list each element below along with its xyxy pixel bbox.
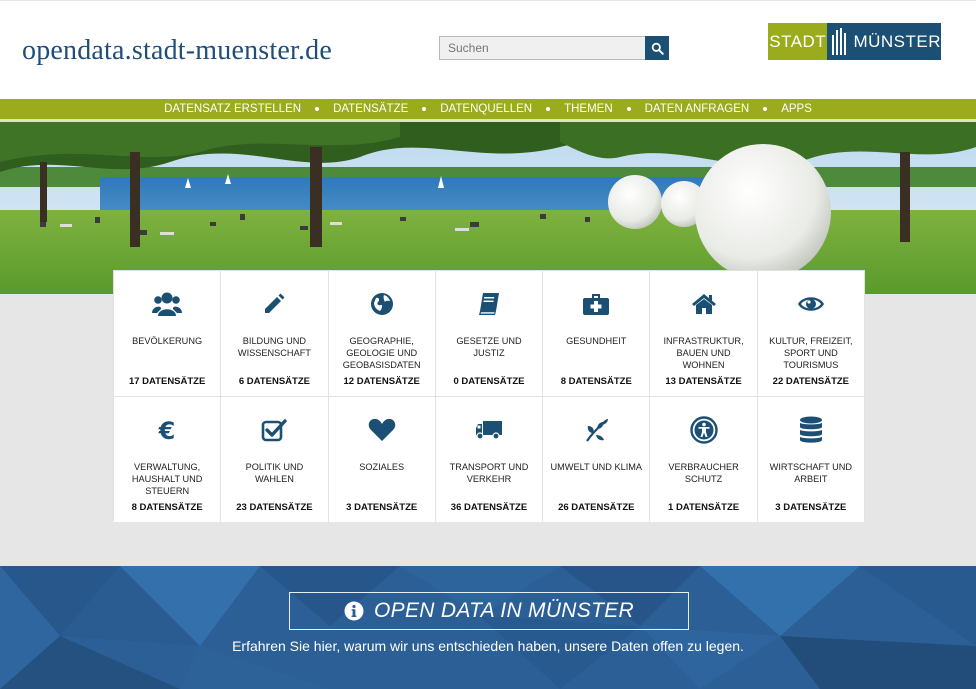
open-data-band: OPEN DATA IN MÜNSTER Erfahren Sie hier, … — [0, 566, 976, 689]
category-name: TRANSPORT UND VERKEHR — [449, 462, 529, 484]
nav-item-themen[interactable]: THEMEN — [550, 103, 627, 115]
category-name: BEVÖLKERUNG — [132, 336, 203, 346]
category-wirtschaft[interactable]: WIRTSCHAFT UND ARBEIT 3 DATENSÄTZE — [757, 397, 864, 522]
heart-icon — [329, 415, 435, 445]
accessibility-icon — [650, 415, 756, 445]
category-umwelt[interactable]: UMWELT UND KLIMA 26 DATENSÄTZE — [543, 397, 650, 522]
category-name: WIRTSCHAFT UND ARBEIT — [769, 462, 853, 484]
category-count: 8 DATENSÄTZE — [131, 502, 203, 513]
search-input[interactable] — [439, 36, 645, 60]
pencil-icon — [221, 289, 327, 319]
header: opendata.stadt-muenster.de STADT MÜNSTER — [0, 0, 976, 99]
category-count: 6 DATENSÄTZE — [238, 376, 310, 387]
category-count: 8 DATENSÄTZE — [560, 376, 632, 387]
category-name: GEOGRAPHIE, GEOLOGIE UND GEOBASISDATEN — [342, 336, 421, 370]
category-soziales[interactable]: SOZIALES 3 DATENSÄTZE — [328, 397, 435, 522]
category-grid: BEVÖLKERUNG 17 DATENSÄTZE BILDUNG UND WI… — [113, 270, 865, 522]
search-icon — [651, 42, 664, 55]
category-count: 17 DATENSÄTZE — [128, 376, 206, 387]
eye-icon — [758, 289, 864, 319]
building-columns-icon — [832, 27, 847, 55]
category-name: UMWELT UND KLIMA — [550, 462, 643, 472]
home-icon — [650, 289, 756, 319]
logo-muenster: MÜNSTER — [853, 31, 941, 51]
category-transport[interactable]: TRANSPORT UND VERKEHR 36 DATENSÄTZE — [435, 397, 543, 522]
open-data-button[interactable]: OPEN DATA IN MÜNSTER — [289, 592, 689, 630]
site-title[interactable]: opendata.stadt-muenster.de — [22, 35, 332, 67]
category-name: POLITIK UND WAHLEN — [245, 462, 304, 484]
category-count: 3 DATENSÄTZE — [346, 502, 418, 513]
category-count: 22 DATENSÄTZE — [772, 376, 850, 387]
euro-icon: € — [114, 415, 220, 445]
logo-stadt: STADT — [768, 23, 828, 60]
category-name: INFRASTRUKTUR, BAUEN UND WOHNEN — [663, 336, 744, 370]
search-button[interactable] — [645, 36, 669, 60]
category-count: 26 DATENSÄTZE — [558, 502, 635, 513]
category-count: 13 DATENSÄTZE — [665, 376, 742, 387]
users-icon — [114, 289, 220, 319]
category-count: 0 DATENSÄTZE — [453, 376, 525, 387]
nav-item-apps[interactable]: APPS — [767, 103, 826, 115]
database-icon — [758, 415, 864, 445]
nav-item-daten-anfragen[interactable]: DATEN ANFRAGEN — [631, 103, 764, 115]
leaf-icon — [543, 415, 649, 445]
checkbox-icon — [221, 415, 327, 445]
category-kultur[interactable]: KULTUR, FREIZEIT, SPORT UND TOURISMUS 22… — [757, 271, 864, 396]
category-name: BILDUNG UND WISSENSCHAFT — [237, 336, 311, 358]
category-verwaltung[interactable]: € VERWALTUNG, HAUSHALT UND STEUERN 8 DAT… — [114, 397, 221, 522]
category-count: 23 DATENSÄTZE — [236, 502, 313, 513]
nav-item-datenquellen[interactable]: DATENQUELLEN — [426, 103, 546, 115]
svg-text:€: € — [158, 417, 176, 443]
hero-park-scene — [0, 122, 976, 294]
logo-muenster-block: MÜNSTER — [827, 23, 941, 60]
category-count: 3 DATENSÄTZE — [775, 502, 847, 513]
globe-icon — [329, 289, 435, 319]
nav-item-datensatz-erstellen[interactable]: DATENSATZ ERSTELLEN — [150, 103, 315, 115]
main-nav: DATENSATZ ERSTELLEN DATENSÄTZE DATENQUEL… — [0, 99, 976, 119]
truck-icon — [436, 415, 542, 445]
category-name: GESUNDHEIT — [566, 336, 627, 346]
category-name: VERBRAUCHER SCHUTZ — [668, 462, 739, 484]
category-count: 12 DATENSÄTZE — [343, 376, 420, 387]
search-bar — [439, 36, 669, 60]
category-bevoelkerung[interactable]: BEVÖLKERUNG 17 DATENSÄTZE — [114, 271, 221, 396]
category-infrastruktur[interactable]: INFRASTRUKTUR, BAUEN UND WOHNEN 13 DATEN… — [650, 271, 757, 396]
open-data-button-label: OPEN DATA IN MÜNSTER — [374, 599, 634, 622]
category-verbraucherschutz[interactable]: VERBRAUCHER SCHUTZ 1 DATENSÄTZE — [650, 397, 757, 522]
category-bildung[interactable]: BILDUNG UND WISSENSCHAFT 6 DATENSÄTZE — [221, 271, 328, 396]
book-icon — [436, 289, 542, 319]
category-gesetze[interactable]: GESETZE UND JUSTIZ 0 DATENSÄTZE — [435, 271, 543, 396]
category-count: 36 DATENSÄTZE — [450, 502, 528, 513]
category-geographie[interactable]: GEOGRAPHIE, GEOLOGIE UND GEOBASISDATEN 1… — [328, 271, 435, 396]
category-gesundheit[interactable]: GESUNDHEIT 8 DATENSÄTZE — [543, 271, 650, 396]
city-logo[interactable]: STADT MÜNSTER — [768, 23, 941, 60]
category-name: VERWALTUNG, HAUSHALT UND STEUERN — [131, 462, 203, 496]
hero-image — [0, 122, 976, 294]
medkit-icon — [543, 289, 649, 319]
category-name: SOZIALES — [359, 462, 405, 472]
nav-item-datensaetze[interactable]: DATENSÄTZE — [319, 103, 422, 115]
category-name: KULTUR, FREIZEIT, SPORT UND TOURISMUS — [769, 336, 853, 370]
category-name: GESETZE UND JUSTIZ — [456, 336, 522, 358]
category-count: 1 DATENSÄTZE — [668, 502, 740, 513]
open-data-subtitle: Erfahren Sie hier, warum wir uns entschi… — [232, 638, 744, 654]
category-politik[interactable]: POLITIK UND WAHLEN 23 DATENSÄTZE — [221, 397, 328, 522]
info-icon — [344, 601, 364, 621]
